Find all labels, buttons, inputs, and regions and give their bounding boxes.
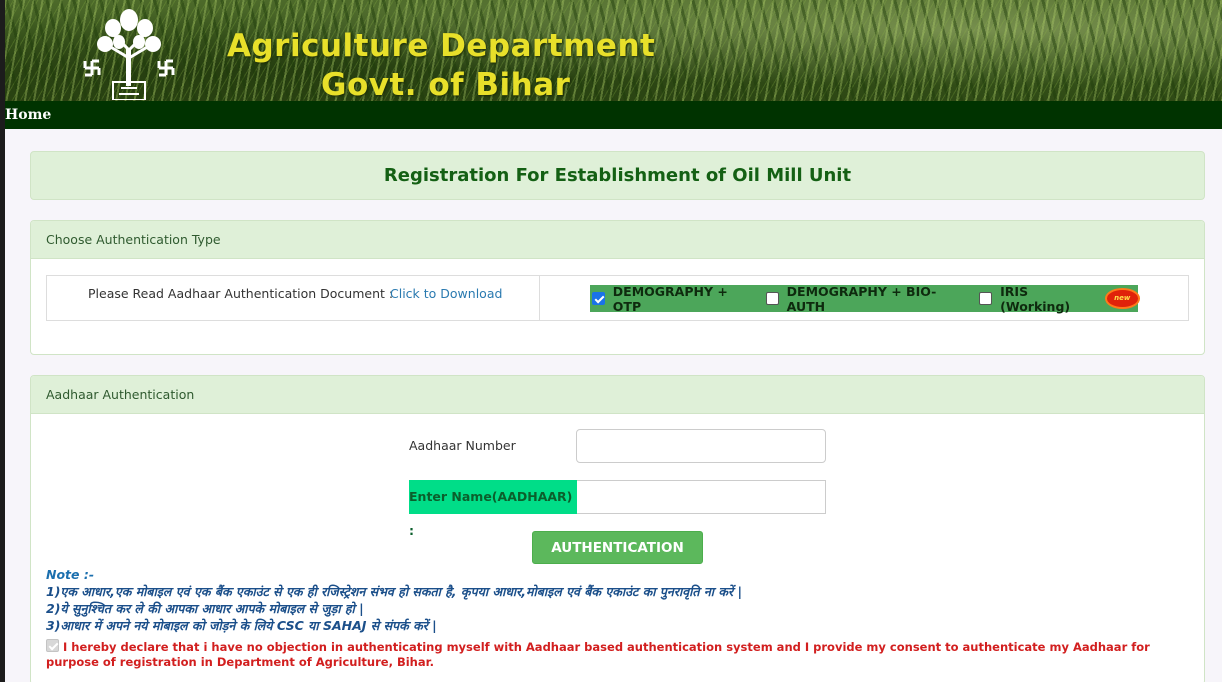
checkbox-demography-bio-auth[interactable] [765,292,779,305]
auth-options-bar: DEMOGRAPHY + OTP DEMOGRAPHY + BIO-AUTH I… [590,283,1138,314]
aadhaar-auth-panel: Aadhaar Authentication Aadhaar Number En… [30,375,1205,682]
aadhaar-name-label: Enter Name(AADHAAR) : [409,480,577,538]
consent-checkbox[interactable] [46,639,59,652]
nav-home-link[interactable]: Home [5,107,51,123]
note-line: 2)ये सुनुश्चित कर ले की आपका आधार आपके म… [46,601,364,616]
option-label: IRIS (Working) [1000,283,1071,314]
aadhaar-name-input[interactable] [577,480,826,514]
read-doc-label: Please Read Aadhaar Authentication Docum… [88,286,394,301]
notes-title: Note :- [46,567,95,582]
nav-bar: Home [0,101,1222,129]
checkbox-demography-otp[interactable] [592,292,605,305]
authentication-button[interactable]: AUTHENTICATION [532,531,703,564]
banner-subtitle: Govt. of Bihar [321,67,571,101]
consent-text: I hereby declare that i have no objectio… [46,640,1150,669]
note-line: 3)आधार में अपने नये मोबाइल को जोड़ने के … [46,618,437,633]
auth-type-panel: Choose Authentication Type Please Read A… [30,220,1205,355]
option-label: DEMOGRAPHY + OTP [612,283,728,314]
auth-type-row: Please Read Aadhaar Authentication Docum… [46,275,1189,321]
page-title-panel: Registration For Establishment of Oil Mi… [30,151,1205,200]
option-label: DEMOGRAPHY + BIO-AUTH [786,283,937,314]
aadhaar-number-input[interactable] [576,429,826,463]
checkbox-iris[interactable] [979,292,993,305]
page-title: Registration For Establishment of Oil Mi… [383,165,852,186]
download-link[interactable]: Click to Download [390,286,502,301]
consent-block: I hereby declare that i have no objectio… [46,639,1186,670]
notes-block: Note :- 1)एक आधार,एक मोबाइल एवं एक बैंक … [46,566,742,634]
auth-type-heading: Choose Authentication Type [31,221,1204,259]
option-iris[interactable]: IRIS (Working) new [979,284,1138,314]
note-line: 1)एक आधार,एक मोबाइल एवं एक बैंक एकाउंट स… [46,584,743,599]
aadhaar-number-label: Aadhaar Number [409,438,516,453]
aadhaar-auth-heading: Aadhaar Authentication [31,376,1204,414]
bihar-emblem-tree-icon [83,9,175,100]
main-content: Registration For Establishment of Oil Mi… [0,129,1222,682]
option-demography-otp[interactable]: DEMOGRAPHY + OTP [592,284,766,314]
banner-title: Agriculture Department [227,28,656,64]
new-badge: new [1106,290,1138,307]
header-banner: Agriculture Department Govt. of Bihar [0,0,1222,101]
option-demography-bio-auth[interactable]: DEMOGRAPHY + BIO-AUTH [765,283,980,314]
auth-doc-cell: Please Read Aadhaar Authentication Docum… [47,276,540,320]
